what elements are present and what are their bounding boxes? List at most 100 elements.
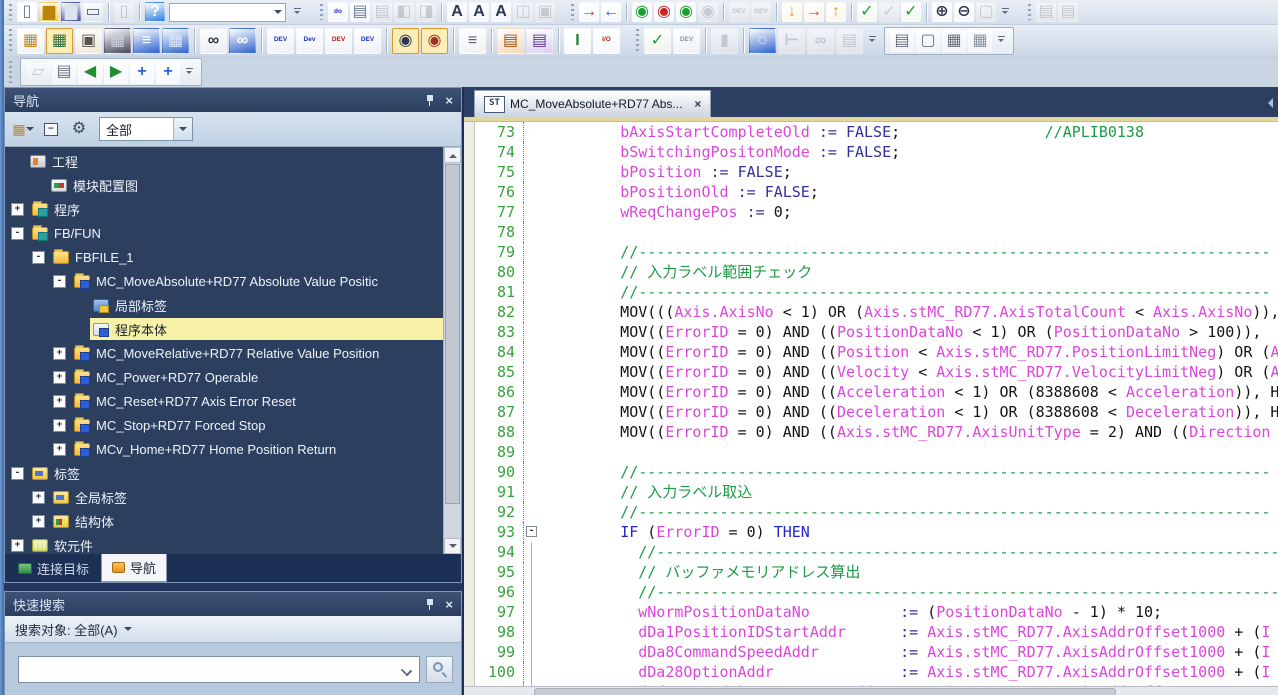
help-icon[interactable]: ? xyxy=(145,2,165,22)
dock-tab-connection[interactable]: 连接目标 xyxy=(8,554,99,582)
code-line[interactable]: 82 MOV(((Axis.AxisNo < 1) OR (Axis.stMC_… xyxy=(474,302,1278,322)
tree-item[interactable]: +MCv_Home+RD77 Home Position Return xyxy=(5,437,444,461)
code-text[interactable]: wReqChangePos := 0; xyxy=(540,202,1278,222)
st-editor-icon[interactable]: ≡ xyxy=(133,28,160,54)
jump-bottom-icon[interactable]: ↓ xyxy=(782,2,802,22)
device-comment-copy-icon[interactable]: ▤ xyxy=(350,2,370,22)
code-line[interactable]: 87 MOV((ErrorID = 0) AND ((Deceleration … xyxy=(474,402,1278,422)
find-prev-result-icon[interactable]: ◀ xyxy=(78,61,102,84)
code-line[interactable]: 77 wReqChangePos := 0; xyxy=(474,202,1278,222)
pin-icon[interactable] xyxy=(425,94,435,106)
bookmark-find-next-icon[interactable]: ◉ xyxy=(676,2,696,22)
find-next-result-icon[interactable]: ▶ xyxy=(104,61,128,84)
toolbar-overflow-icon[interactable] xyxy=(183,68,195,77)
tree-item[interactable]: 工程 xyxy=(5,149,444,173)
search-button[interactable] xyxy=(426,656,453,683)
label-list-3-icon[interactable]: A xyxy=(491,2,511,22)
expand-icon[interactable]: + xyxy=(32,491,45,504)
zoom-out-icon[interactable]: ⊖ xyxy=(954,2,974,22)
code-text[interactable]: //--------------------------------------… xyxy=(540,502,1278,522)
code-line[interactable]: 75 bPosition := FALSE; xyxy=(474,162,1278,182)
code-text[interactable]: MOV((ErrorID = 0) AND ((Deceleration < 1… xyxy=(540,402,1278,422)
toolbar-grip[interactable] xyxy=(636,29,639,52)
code-text[interactable] xyxy=(540,222,1278,242)
code-text[interactable]: // 入力ラベル範囲チェック xyxy=(540,262,1278,282)
tree-filter-combo[interactable]: 全部 xyxy=(99,117,193,141)
tab-close-icon[interactable]: × xyxy=(694,97,701,111)
code-line[interactable]: 100 dDa28OptionAddr := Axis.stMC_RD77.Ax… xyxy=(474,662,1278,682)
tree-item-content[interactable]: 工程 xyxy=(27,150,444,172)
code-text[interactable]: //--------------------------------------… xyxy=(540,542,1278,562)
code-line[interactable]: 94 //-----------------------------------… xyxy=(474,542,1278,562)
window-view-icon[interactable]: ▢ xyxy=(916,29,940,52)
code-line[interactable]: 98 dDa1PositionIDStartAddr := Axis.stMC_… xyxy=(474,622,1278,642)
device-memory-icon[interactable]: Dev xyxy=(296,28,323,54)
convert-check-2-icon[interactable]: ✓ xyxy=(901,2,921,22)
device-comment-icon[interactable]: DEV xyxy=(267,28,294,54)
undo-icon[interactable]: ← xyxy=(601,2,621,22)
code-text[interactable]: bPosition := FALSE; xyxy=(540,162,1278,182)
project-tree-icon[interactable]: ▦ xyxy=(17,28,44,54)
device-initial-icon[interactable]: DEV xyxy=(325,28,352,54)
code-text[interactable]: //--------------------------------------… xyxy=(540,242,1278,262)
tree-item-content[interactable]: MC_MoveRelative+RD77 Relative Value Posi… xyxy=(71,342,444,364)
statement-display-icon[interactable]: ▤ xyxy=(52,61,76,84)
collapse-icon[interactable]: - xyxy=(11,227,24,240)
code-line[interactable]: 88 MOV((ErrorID = 0) AND ((Axis.stMC_RD7… xyxy=(474,422,1278,442)
dock-tab-navigation[interactable]: 导航 xyxy=(101,554,167,582)
tree-item[interactable]: 模块配置图 xyxy=(5,173,444,197)
monitor-status-icon[interactable]: ◌ xyxy=(749,28,776,54)
code-line[interactable]: 83 MOV((ErrorID = 0) AND ((PositionDataN… xyxy=(474,322,1278,342)
code-line[interactable]: 76 bPositionOld := FALSE; xyxy=(474,182,1278,202)
tree-item[interactable]: +MC_Power+RD77 Operable xyxy=(5,365,444,389)
code-line[interactable]: 86 MOV((ErrorID = 0) AND ((Acceleration … xyxy=(474,382,1278,402)
tree-item-content[interactable]: 软元件 xyxy=(29,534,444,554)
code-text[interactable]: //--------------------------------------… xyxy=(540,582,1278,602)
scroll-down-icon[interactable] xyxy=(444,538,461,554)
tree-item[interactable]: -MC_MoveAbsolute+RD77 Absolute Value Pos… xyxy=(5,269,444,293)
code-text[interactable]: //--------------------------------------… xyxy=(540,462,1278,482)
insert-below-icon[interactable]: + xyxy=(156,61,180,84)
toolbar-grip[interactable] xyxy=(320,4,323,20)
settings-gear-icon[interactable]: ⚙ xyxy=(67,117,91,141)
label-list-1-icon[interactable]: A xyxy=(447,2,467,22)
module-config-icon[interactable]: ▦ xyxy=(104,28,131,54)
code-line[interactable]: 89 xyxy=(474,442,1278,462)
scrollbar-thumb[interactable] xyxy=(534,688,1116,695)
tree-item-content[interactable]: FBFILE_1 xyxy=(50,246,444,268)
tree-item-content[interactable]: 模块配置图 xyxy=(48,174,444,196)
toolbar-overflow-icon[interactable] xyxy=(291,8,303,17)
horizontal-scrollbar[interactable] xyxy=(464,686,1278,695)
tree-item[interactable]: -FB/FUN xyxy=(5,221,444,245)
code-text[interactable]: MOV((ErrorID = 0) AND ((Acceleration < 1… xyxy=(540,382,1278,402)
bookmark-find-green-icon[interactable]: ◉ xyxy=(632,2,652,22)
code-text[interactable]: //--------------------------------------… xyxy=(540,282,1278,302)
code-line[interactable]: 92 //-----------------------------------… xyxy=(474,502,1278,522)
sheet-edit-icon[interactable]: ▦ xyxy=(968,29,992,52)
code-text[interactable]: wNormPositionDataNo := (PositionDataNo -… xyxy=(540,602,1278,622)
insert-above-icon[interactable]: + xyxy=(130,61,154,84)
tree-item[interactable]: -标签 xyxy=(5,461,444,485)
expand-icon[interactable]: + xyxy=(53,347,66,360)
search-scope-bar[interactable]: 搜索对象: 全部(A) xyxy=(5,616,461,643)
online-write-icon[interactable]: ▣ xyxy=(75,28,102,54)
code-text[interactable]: // 入力ラベル取込 xyxy=(540,482,1278,502)
toolbar-overflow-icon[interactable] xyxy=(995,36,1007,45)
code-line[interactable]: 93 IF (ErrorID = 0) THEN xyxy=(474,522,1278,542)
expand-icon[interactable]: + xyxy=(53,395,66,408)
tree-item[interactable]: +全局标签 xyxy=(5,485,444,509)
tree-item-content[interactable]: 程序 xyxy=(29,198,444,220)
code-text[interactable]: MOV((ErrorID = 0) AND ((Position < Axis.… xyxy=(540,342,1278,362)
tree-item-content[interactable]: MC_MoveAbsolute+RD77 Absolute Value Posi… xyxy=(71,270,444,292)
code-line[interactable]: 74 bSwitchingPositonMode := FALSE; xyxy=(474,142,1278,162)
toolbar-grip[interactable] xyxy=(1028,4,1031,20)
code-text[interactable]: dDa1PositionIDStartAddr := Axis.stMC_RD7… xyxy=(540,622,1278,642)
close-icon[interactable]: × xyxy=(445,598,453,611)
new-project-icon[interactable]: ▯ xyxy=(17,2,37,22)
code-text[interactable]: MOV((ErrorID = 0) AND ((Velocity < Axis.… xyxy=(540,362,1278,382)
tree-item-content[interactable]: MCv_Home+RD77 Home Position Return xyxy=(71,438,444,460)
scroll-up-icon[interactable] xyxy=(444,147,461,163)
open-project-icon[interactable]: ▆ xyxy=(39,2,59,22)
code-line[interactable]: 81 //-----------------------------------… xyxy=(474,282,1278,302)
code-line[interactable]: 99 dDa8CommandSpeedAddr := Axis.stMC_RD7… xyxy=(474,642,1278,662)
